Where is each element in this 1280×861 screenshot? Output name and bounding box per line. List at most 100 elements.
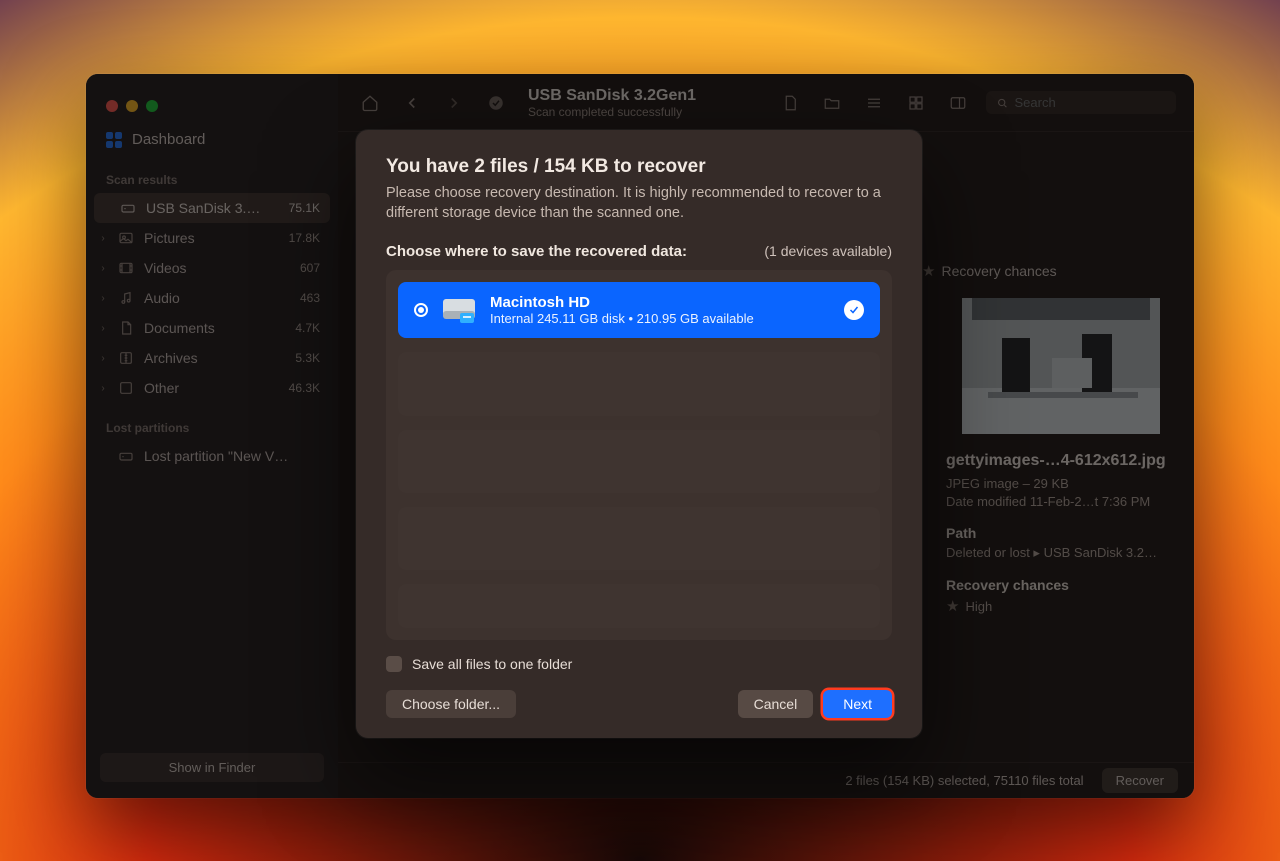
drive-icon — [118, 448, 134, 464]
window-traffic-lights[interactable] — [86, 84, 338, 124]
toolbar-title: USB SanDisk 3.2Gen1 Scan completed succe… — [528, 87, 696, 119]
file-date-modified: Date modified 11-Feb-2…t 7:36 PM — [946, 494, 1176, 509]
search-input[interactable] — [1014, 95, 1166, 110]
destination-item-placeholder — [398, 507, 880, 570]
blank — [100, 203, 110, 214]
list-view-icon[interactable] — [860, 89, 888, 117]
sidebar-item-other[interactable]: › Other 46.3K — [86, 373, 338, 403]
grid-view-icon[interactable] — [902, 89, 930, 117]
destination-item-placeholder — [398, 584, 880, 628]
drive-icon — [120, 200, 136, 216]
sidebar-item-label: Lost partition "New V… — [144, 448, 288, 464]
sidebar-item-count: 17.8K — [289, 231, 320, 245]
show-in-finder-button[interactable]: Show in Finder — [100, 753, 324, 782]
file-name: gettyimages-…4-612x612.jpg — [946, 452, 1176, 470]
dashboard-icon — [106, 132, 122, 148]
destination-list: Macintosh HD Internal 245.11 GB disk • 2… — [386, 270, 892, 640]
new-file-icon[interactable] — [776, 89, 804, 117]
next-button[interactable]: Next — [823, 690, 892, 718]
recovery-chances-value: ★ High — [946, 597, 1176, 615]
file-preview-image — [962, 298, 1160, 434]
destination-info: Internal 245.11 GB disk • 210.95 GB avai… — [490, 311, 830, 326]
archives-icon — [118, 350, 134, 366]
devices-available-label: (1 devices available) — [764, 243, 892, 259]
sidebar-item-label: Pictures — [144, 230, 195, 246]
radio-selected-icon — [414, 303, 428, 317]
chevron-right-icon: › — [98, 323, 108, 334]
sidebar-item-archives[interactable]: › Archives 5.3K — [86, 343, 338, 373]
back-icon[interactable] — [398, 89, 426, 117]
recovery-chances-label: Recovery chances — [941, 263, 1056, 279]
search-box[interactable] — [986, 91, 1176, 114]
choose-folder-button[interactable]: Choose folder... — [386, 690, 516, 718]
sidebar-item-label: Audio — [144, 290, 180, 306]
sidebar: Dashboard Scan results USB SanDisk 3.… 7… — [86, 74, 338, 798]
selection-status: 2 files (154 KB) selected, 75110 files t… — [845, 773, 1083, 788]
sidebar-item-usb-source[interactable]: USB SanDisk 3.… 75.1K — [94, 193, 330, 223]
save-all-to-one-folder-checkbox[interactable]: Save all files to one folder — [386, 656, 892, 672]
details-panel: ★ Recovery chances gettyimages-…4-612x61… — [928, 132, 1194, 762]
documents-icon — [118, 320, 134, 336]
sidebar-item-pictures[interactable]: › Pictures 17.8K — [86, 223, 338, 253]
dialog-description: Please choose recovery destination. It i… — [386, 184, 892, 223]
scan-status-icon — [482, 89, 510, 117]
sidebar-item-count: 75.1K — [289, 201, 320, 215]
pictures-icon — [118, 230, 134, 246]
chevron-right-icon: › — [98, 263, 108, 274]
forward-icon[interactable] — [440, 89, 468, 117]
sidebar-item-documents[interactable]: › Documents 4.7K — [86, 313, 338, 343]
recovery-chances-link[interactable]: ★ Recovery chances — [922, 262, 1057, 280]
status-bar: 2 files (154 KB) selected, 75110 files t… — [338, 762, 1194, 798]
dashboard-label: Dashboard — [132, 131, 205, 148]
fullscreen-window-icon[interactable] — [146, 100, 158, 112]
search-icon — [996, 96, 1008, 110]
destination-name: Macintosh HD — [490, 294, 830, 311]
chevron-right-icon: › — [98, 293, 108, 304]
recovery-destination-dialog: You have 2 files / 154 KB to recover Ple… — [356, 130, 922, 738]
sidebar-item-label: USB SanDisk 3.… — [146, 200, 260, 216]
sidebar-item-count: 463 — [300, 291, 320, 305]
other-icon — [118, 380, 134, 396]
destination-item-macintosh-hd[interactable]: Macintosh HD Internal 245.11 GB disk • 2… — [398, 282, 880, 338]
panel-view-icon[interactable] — [944, 89, 972, 117]
sidebar-section-scan-results: Scan results — [86, 155, 338, 193]
check-icon — [844, 300, 864, 320]
sidebar-item-count: 607 — [300, 261, 320, 275]
sidebar-item-count: 4.7K — [295, 321, 320, 335]
choose-destination-label: Choose where to save the recovered data: — [386, 243, 687, 260]
close-window-icon[interactable] — [106, 100, 118, 112]
star-icon: ★ — [922, 262, 935, 280]
sidebar-item-videos[interactable]: › Videos 607 — [86, 253, 338, 283]
toolbar: USB SanDisk 3.2Gen1 Scan completed succe… — [338, 74, 1194, 132]
destination-item-placeholder — [398, 430, 880, 493]
star-icon: ★ — [946, 597, 959, 615]
internal-drive-icon — [442, 295, 476, 325]
sidebar-item-label: Videos — [144, 260, 187, 276]
sidebar-item-count: 46.3K — [289, 381, 320, 395]
path-header: Path — [946, 525, 1176, 541]
audio-icon — [118, 290, 134, 306]
minimize-window-icon[interactable] — [126, 100, 138, 112]
recover-button[interactable]: Recover — [1102, 768, 1178, 793]
sidebar-item-label: Archives — [144, 350, 198, 366]
recovery-chances-header: Recovery chances — [946, 577, 1176, 593]
chevron-right-icon: › — [98, 353, 108, 364]
folder-icon[interactable] — [818, 89, 846, 117]
sidebar-item-audio[interactable]: › Audio 463 — [86, 283, 338, 313]
sidebar-item-label: Other — [144, 380, 179, 396]
chevron-right-icon: › — [98, 233, 108, 244]
path-value: Deleted or lost ▸ USB SanDisk 3.2… — [946, 545, 1176, 561]
checkbox-icon — [386, 656, 402, 672]
sidebar-item-lost-partition[interactable]: Lost partition "New V… — [86, 441, 338, 471]
save-all-label: Save all files to one folder — [412, 656, 572, 672]
cancel-button[interactable]: Cancel — [738, 690, 814, 718]
videos-icon — [118, 260, 134, 276]
recovery-chances-value-text: High — [965, 599, 992, 614]
source-title: USB SanDisk 3.2Gen1 — [528, 87, 696, 105]
sidebar-item-count: 5.3K — [295, 351, 320, 365]
chevron-right-icon: › — [98, 383, 108, 394]
source-subtitle: Scan completed successfully — [528, 105, 696, 119]
home-icon[interactable] — [356, 89, 384, 117]
sidebar-item-dashboard[interactable]: Dashboard — [86, 124, 338, 155]
sidebar-section-lost-partitions: Lost partitions — [86, 403, 338, 441]
